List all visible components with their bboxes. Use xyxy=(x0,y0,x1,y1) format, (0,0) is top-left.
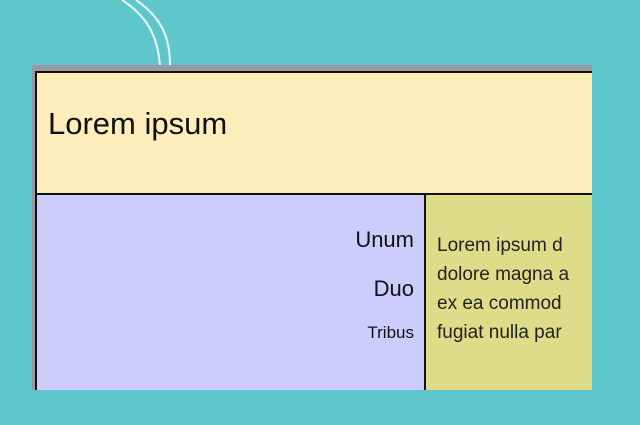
nav-item-duo[interactable]: Duo xyxy=(374,276,414,302)
content-paragraph: Lorem ipsum d dolore magna a ex ea commo… xyxy=(437,231,592,347)
browser-viewport: Lorem ipsum Unum Duo Tribus Lorem ipsum … xyxy=(32,65,592,390)
content-line: ex ea commod xyxy=(437,293,562,314)
nav-item-unum[interactable]: Unum xyxy=(355,227,414,253)
page-title: Lorem ipsum xyxy=(48,106,228,141)
page-layout: Lorem ipsum Unum Duo Tribus Lorem ipsum … xyxy=(35,71,592,390)
page-header: Lorem ipsum xyxy=(37,73,592,195)
content-line: fugiat nulla par xyxy=(437,322,562,343)
content-line: Lorem ipsum d xyxy=(437,235,563,256)
content-panel: Lorem ipsum d dolore magna a ex ea commo… xyxy=(426,195,592,390)
nav-panel: Unum Duo Tribus xyxy=(37,195,426,390)
nav-item-tribus[interactable]: Tribus xyxy=(367,323,414,343)
content-line: dolore magna a xyxy=(437,264,570,285)
